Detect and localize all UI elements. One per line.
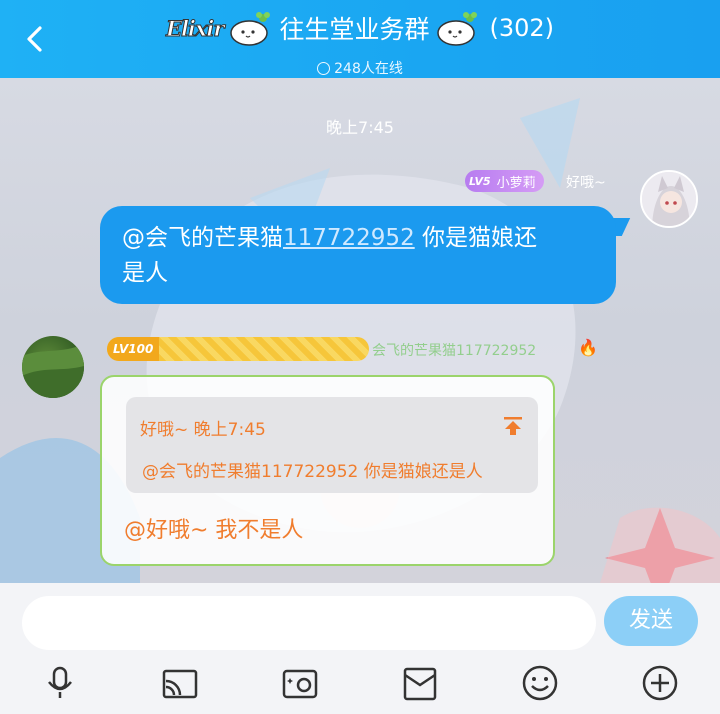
plus-icon[interactable] — [640, 663, 680, 703]
quote-body: @会飞的芒果猫117722952 你是猫娘还是人 — [142, 462, 483, 482]
message-text-line2: 是人 — [122, 260, 168, 286]
member-count: (302) — [489, 14, 555, 42]
group-name: 往生堂业务群 — [279, 15, 430, 44]
emoji-icon[interactable] — [520, 663, 560, 703]
message-input[interactable] — [22, 596, 596, 650]
level-label: LV100 — [107, 337, 160, 361]
check-circle-icon — [317, 62, 331, 75]
online-count: 248人在线 — [334, 61, 403, 77]
photo-icon[interactable] — [280, 663, 320, 703]
time-separator: 晚上7:45 — [326, 118, 394, 137]
level-badge: LV5 小萝莉 — [465, 170, 544, 192]
brand-logo: Elixir — [165, 15, 225, 41]
input-bar: 发送 — [0, 583, 720, 714]
chat-area[interactable]: 晚上7:45 LV5 小萝莉 好哦~ @会飞的芒果猫117722952 你是猫娘… — [0, 78, 720, 583]
quoted-message[interactable]: 好哦~ 晚上7:45 @会飞的芒果猫117722952 你是猫娘还是人 — [126, 397, 538, 493]
cast-icon[interactable] — [160, 663, 200, 703]
jump-to-quote-icon[interactable] — [502, 415, 524, 437]
avatar[interactable] — [22, 336, 84, 398]
reply-text: @好哦~ 我不是人 — [124, 518, 304, 543]
mention-text: @会飞的芒果猫 — [122, 225, 283, 251]
group-title-area[interactable]: Elixir 往生堂业务群 (302) — [0, 10, 720, 50]
microphone-icon[interactable] — [40, 663, 80, 703]
flame-icon: 🔥 — [578, 338, 598, 357]
avatar[interactable] — [640, 170, 698, 228]
mention-id-link[interactable]: 117722952 — [283, 225, 415, 251]
cat-sticker-icon — [436, 12, 477, 46]
sender-name[interactable]: 会飞的芒果猫117722952 — [372, 340, 536, 360]
online-status: 248人在线 — [0, 58, 720, 78]
landscape-avatar-icon — [22, 344, 84, 398]
quote-header: 好哦~ 晚上7:45 — [140, 420, 266, 440]
message-bubble[interactable]: @会飞的芒果猫117722952 你是猫娘还 是人 — [100, 206, 616, 304]
envelope-icon[interactable] — [400, 663, 440, 703]
level-label: LV5 — [469, 174, 491, 188]
message-text: 你是猫娘还 — [414, 225, 538, 251]
level-badge: LV100 — [107, 337, 369, 361]
cat-sticker-icon — [230, 12, 271, 46]
chat-header: Elixir 往生堂业务群 (302) 248人在线 — [0, 0, 720, 78]
title-badge-label: 小萝莉 — [496, 175, 536, 191]
sender-name[interactable]: 好哦~ — [566, 172, 606, 192]
reply-message-bubble[interactable]: 好哦~ 晚上7:45 @会飞的芒果猫117722952 你是猫娘还是人 @好哦~… — [100, 375, 555, 566]
send-button[interactable]: 发送 — [604, 596, 698, 646]
